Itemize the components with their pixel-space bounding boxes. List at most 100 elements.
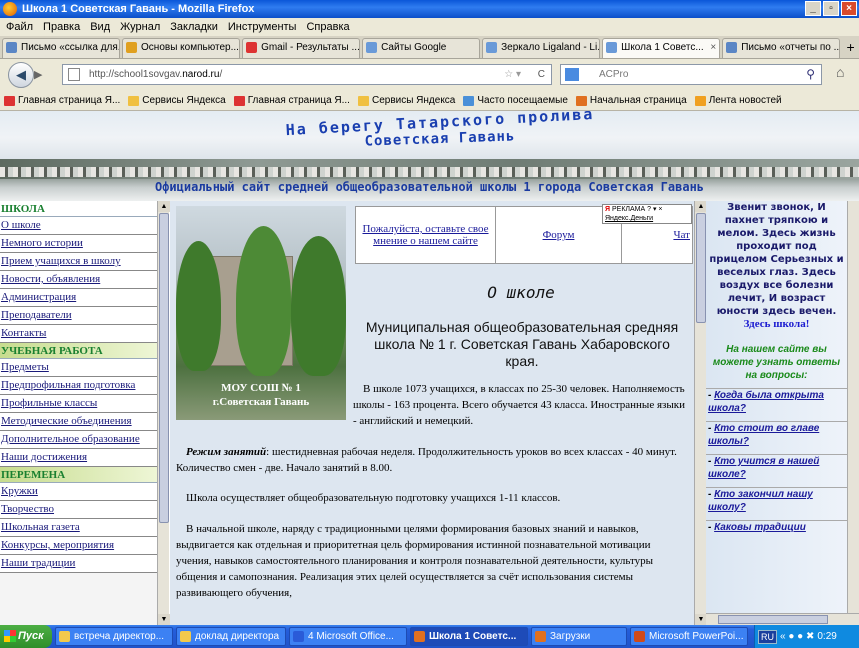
bookmark-label: Сервисы Яндекса <box>142 95 226 106</box>
tab-close-icon[interactable]: × <box>710 39 716 57</box>
right-scrollbar[interactable] <box>847 201 859 613</box>
bookmark-item[interactable]: Часто посещаемые <box>463 91 568 110</box>
menu-bar: Файл Правка Вид Журнал Закладки Инструме… <box>0 18 859 36</box>
menu-history[interactable]: Журнал <box>120 18 160 36</box>
taskbar-app-icon <box>634 631 645 642</box>
browser-tab[interactable]: Письмо «отчеты по ... <box>722 38 841 58</box>
sidebar-link[interactable]: Администрация <box>0 289 157 307</box>
home-icon[interactable]: ⌂ <box>836 64 844 80</box>
start-label: Пуск <box>18 630 44 642</box>
close-button[interactable]: × <box>841 1 857 16</box>
tab-label: Сайты Google <box>381 42 447 53</box>
menu-bookmarks[interactable]: Закладки <box>170 18 218 36</box>
address-bar[interactable]: http://school1sovgav.narod.ru/ ☆ ▾ C <box>62 64 552 85</box>
browser-tab[interactable]: Основы компьютер... <box>122 38 241 58</box>
question-link[interactable]: Кто закончил нашу школу? <box>708 489 813 513</box>
browser-tab[interactable]: Школа 1 Советс... × <box>602 38 721 58</box>
taskbar-button[interactable]: Загрузки <box>531 627 627 646</box>
taskbar-button[interactable]: Школа 1 Советс... <box>410 627 528 646</box>
search-engine-icon[interactable] <box>565 68 579 81</box>
browser-tab[interactable]: Gmail - Результаты ... <box>242 38 361 58</box>
sidebar-link[interactable]: Кружки <box>0 483 157 501</box>
bookmark-item[interactable]: Сервисы Яндекса <box>357 91 455 110</box>
start-button[interactable]: Пуск <box>0 625 52 648</box>
school-name-heading: Муниципальная общеобразовательная средня… <box>365 319 679 369</box>
taskbar-label: встреча директор... <box>74 631 165 642</box>
bookmark-icon <box>694 96 706 106</box>
sidebar-link[interactable]: Немного истории <box>0 235 157 253</box>
bookmark-item[interactable]: Сервисы Яндекса <box>128 91 226 110</box>
menu-view[interactable]: Вид <box>90 18 110 36</box>
bookmark-star-icon[interactable]: ☆ ▾ <box>504 65 521 84</box>
question-link[interactable]: Кто стоит во главе школы? <box>708 423 819 447</box>
bookmark-item[interactable]: Главная страница Я... <box>4 91 120 110</box>
sidebar-link[interactable]: Творчество <box>0 501 157 519</box>
window-title: Школа 1 Советская Гавань - Mozilla Firef… <box>22 3 255 15</box>
menu-edit[interactable]: Правка <box>43 18 80 36</box>
back-button[interactable]: ◀ <box>8 62 34 88</box>
main-scrollbar[interactable]: ▲ ▼ <box>694 201 707 625</box>
menu-file[interactable]: Файл <box>6 18 33 36</box>
sidebar-section-heading: УЧЕБНАЯ РАБОТА <box>0 343 157 359</box>
ad-banner[interactable]: Я РЕКЛАМА ? ▾ × Яндекс.Деньги <box>602 204 692 224</box>
question-link[interactable]: Кто учится в нашей школе? <box>708 456 819 480</box>
taskbar-app-icon <box>293 631 304 642</box>
sidebar-link[interactable]: Предметы <box>0 359 157 377</box>
tab-favicon-icon <box>246 42 258 53</box>
question-link[interactable]: Каковы традиции <box>714 522 806 533</box>
search-box[interactable]: ACPro ⚲ <box>560 64 822 85</box>
sidebar-link[interactable]: Конкурсы, мероприятия <box>0 537 157 555</box>
sidebar-scrollbar[interactable]: ▲ ▼ <box>157 201 170 625</box>
menu-tools[interactable]: Инструменты <box>228 18 297 36</box>
intro-paragraph: В школе 1073 учащихся, в классах по 25-3… <box>353 383 685 427</box>
sidebar-link[interactable]: Контакты <box>0 325 157 343</box>
language-indicator[interactable]: RU <box>758 629 777 644</box>
maximize-button[interactable]: ▫ <box>823 1 839 16</box>
photo-caption-title: МОУ СОШ № 1 <box>221 382 301 394</box>
taskbar-button[interactable]: встреча директор... <box>55 627 173 646</box>
minimize-button[interactable]: _ <box>805 1 821 16</box>
tab-label: Письмо «отчеты по ... <box>741 42 841 53</box>
taskbar-button[interactable]: 4 Microsoft Office... <box>289 627 407 646</box>
bookmark-label: Начальная страница <box>589 95 687 106</box>
menu-help[interactable]: Справка <box>306 18 349 36</box>
sidebar-link[interactable]: О школе <box>0 217 157 235</box>
bookmark-item[interactable]: Начальная страница <box>575 91 687 110</box>
tab-label: Gmail - Результаты ... <box>261 42 360 53</box>
schedule-label: Режим занятий <box>186 446 267 458</box>
poem-ending: Здесь школа! <box>743 318 810 330</box>
site-subtitle: Официальный сайт средней общеобразовател… <box>154 180 705 194</box>
sidebar-link[interactable]: Школьная газета <box>0 519 157 537</box>
sidebar-link[interactable]: Наши традиции <box>0 555 157 573</box>
ad-link[interactable]: Яндекс.Деньги <box>605 215 653 222</box>
browser-tab[interactable]: Письмо «ссылка для... <box>2 38 121 58</box>
sidebar-link[interactable]: Дополнительное образование <box>0 431 157 449</box>
feedback-link[interactable]: Пожалуйста, оставьте свое мнение о нашем… <box>356 207 496 263</box>
browser-tab[interactable]: Зеркало Ligaland - Li... <box>482 38 601 58</box>
ad-label: РЕКЛАМА <box>611 206 646 213</box>
question-item: - Кто закончил нашу школу? <box>706 487 847 514</box>
bookmark-item[interactable]: Лента новостей <box>694 91 782 110</box>
sidebar-link[interactable]: Преподаватели <box>0 307 157 325</box>
bookmark-label: Главная страница Я... <box>18 95 121 106</box>
tab-favicon-icon <box>126 42 138 53</box>
horizontal-scrollbar[interactable] <box>706 613 859 625</box>
new-tab-button[interactable]: + <box>842 38 859 58</box>
sidebar-link[interactable]: Предпрофильная подготовка <box>0 377 157 395</box>
browser-tab[interactable]: Сайты Google <box>362 38 481 58</box>
tray-icons[interactable]: « ● ● ✖ <box>780 625 814 648</box>
taskbar-button[interactable]: доклад директора <box>176 627 286 646</box>
bookmark-label: Часто посещаемые <box>477 95 568 106</box>
reload-icon[interactable]: C <box>538 65 545 84</box>
question-link[interactable]: Когда была открыта школа? <box>708 390 824 414</box>
sidebar-link[interactable]: Прием учащихся в школу <box>0 253 157 271</box>
search-icon[interactable]: ⚲ <box>806 65 815 84</box>
sidebar-link[interactable]: Наши достижения <box>0 449 157 467</box>
taskbar-button[interactable]: Microsoft PowerPoi... <box>630 627 748 646</box>
sidebar-link[interactable]: Профильные классы <box>0 395 157 413</box>
forward-button[interactable]: ▶ <box>34 65 48 85</box>
sidebar-link[interactable]: Методические объединения <box>0 413 157 431</box>
sidebar-link[interactable]: Новости, объявления <box>0 271 157 289</box>
bookmark-item[interactable]: Главная страница Я... <box>233 91 350 110</box>
bookmarks-bar: Главная страница Я... Сервисы Яндекса Глав… <box>0 91 859 111</box>
